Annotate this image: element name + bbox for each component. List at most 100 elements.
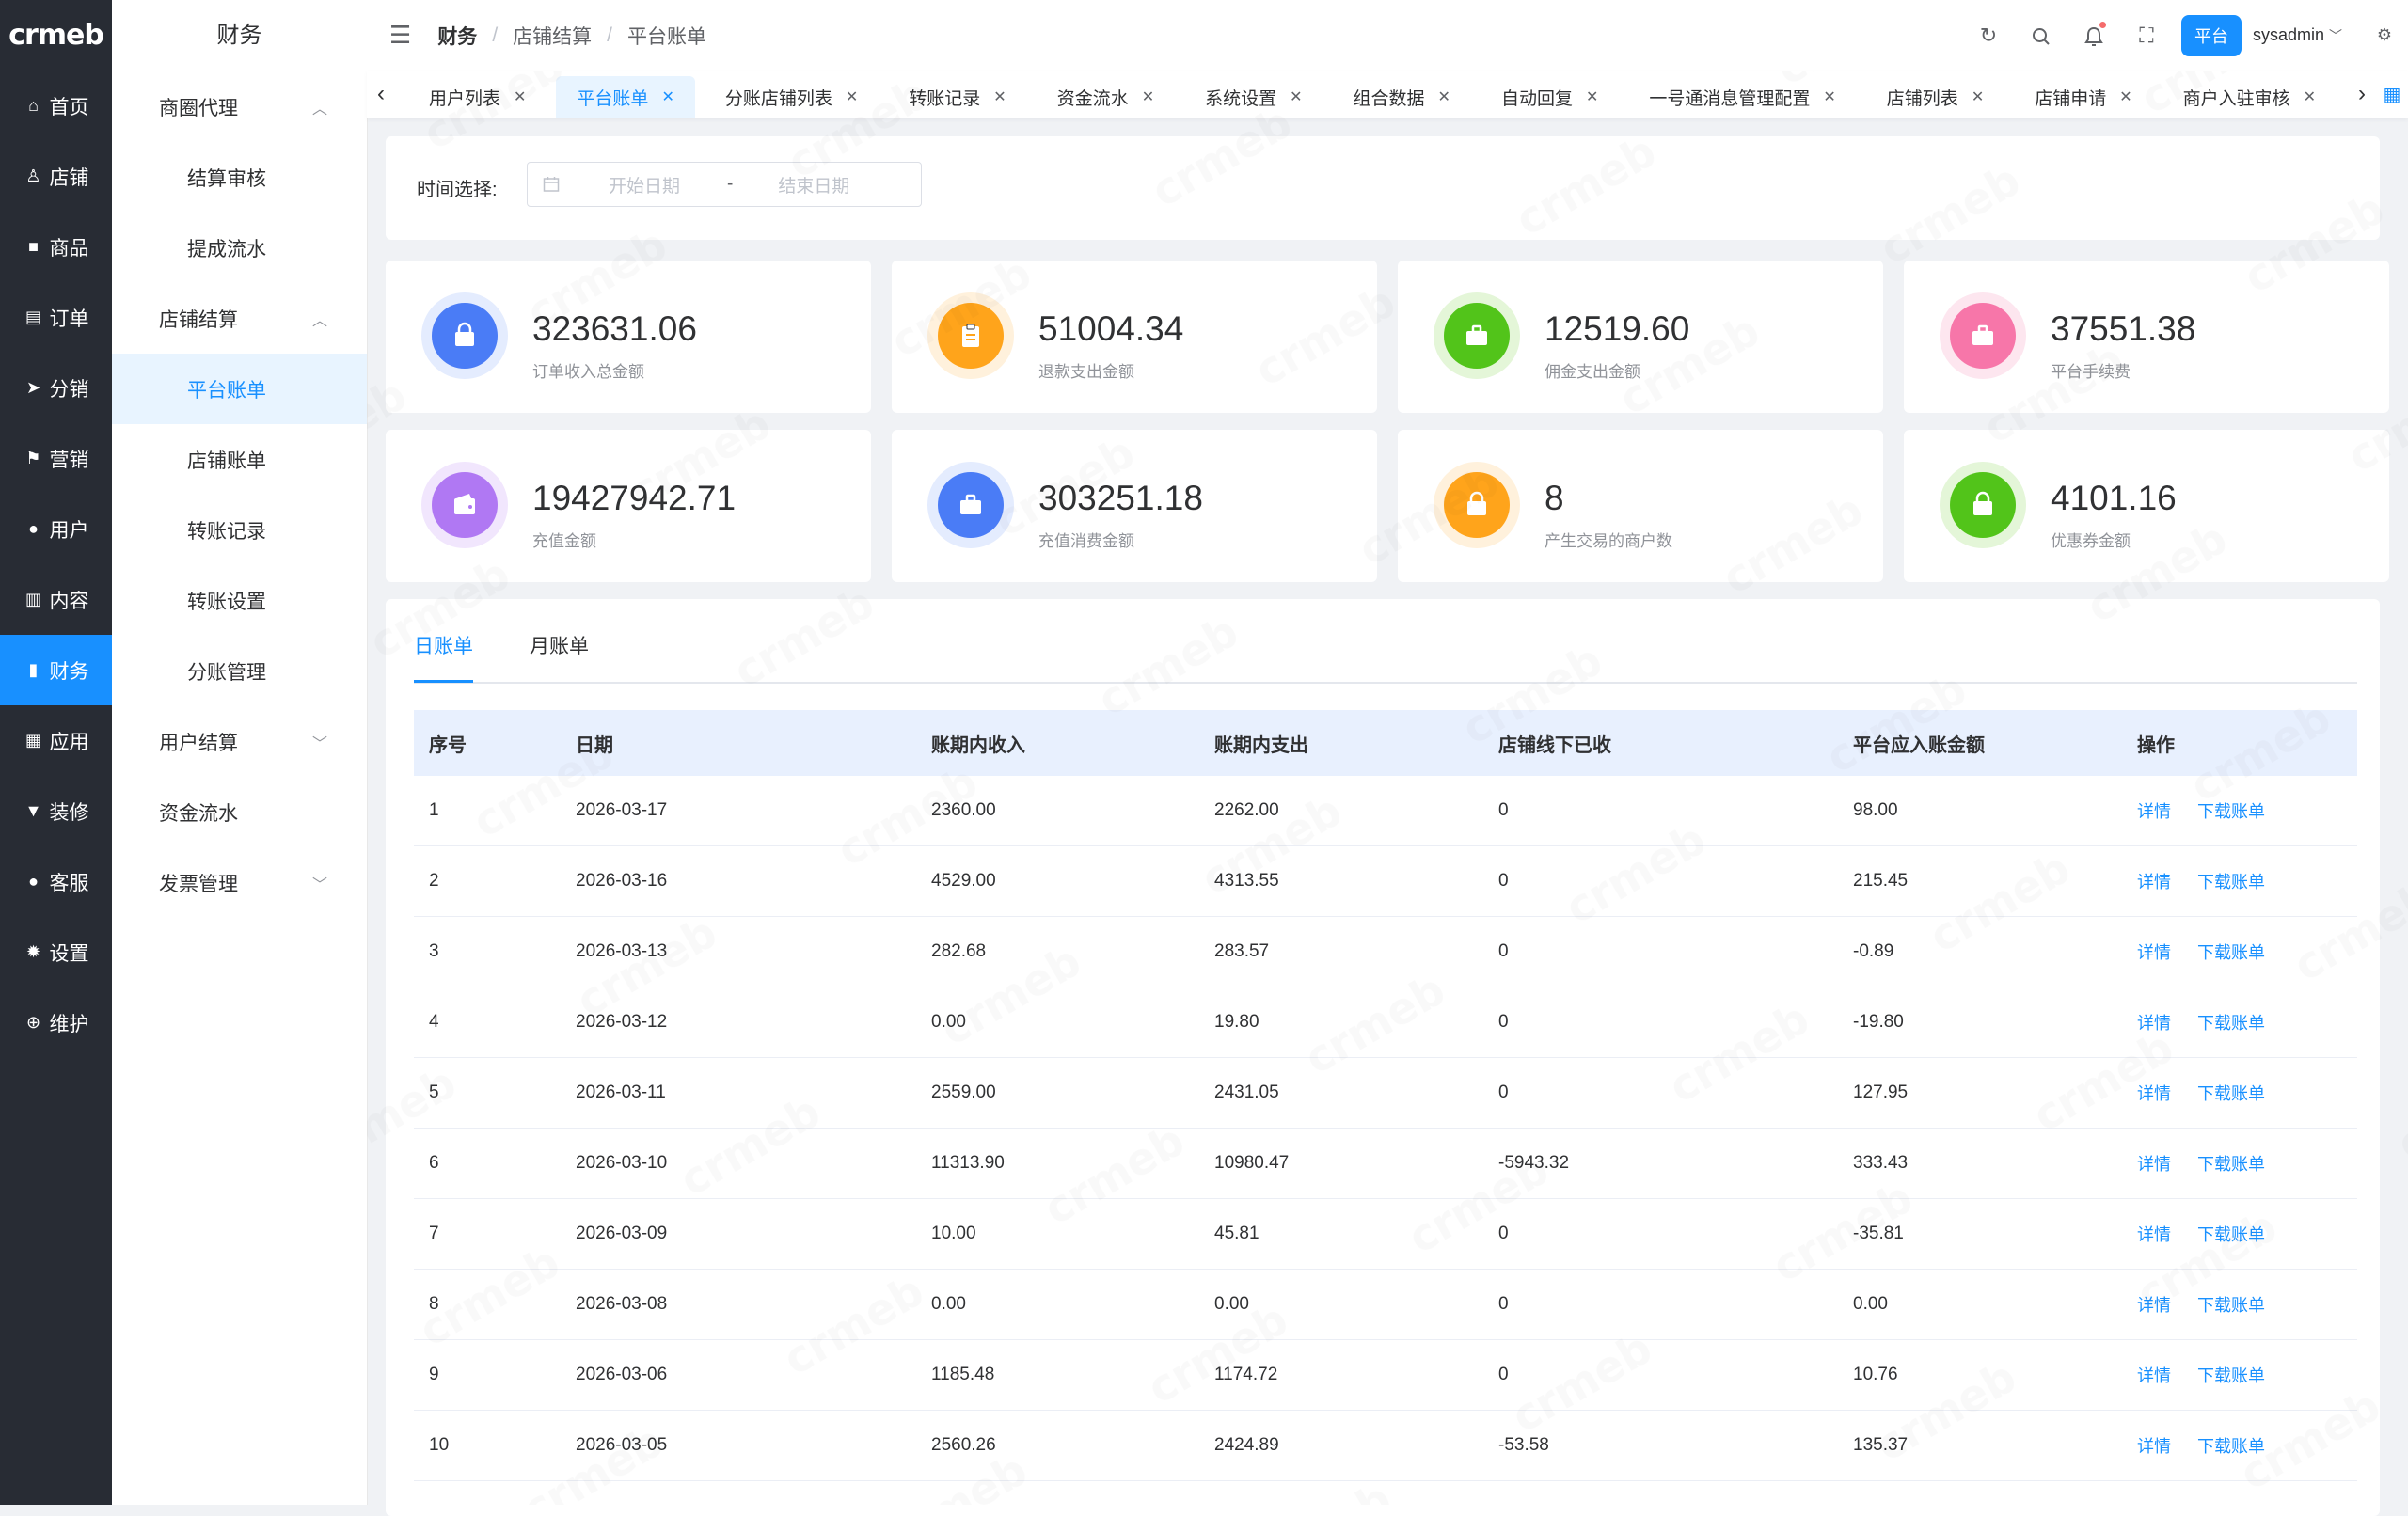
- rail-item-9[interactable]: ▦ 应用: [0, 705, 112, 776]
- table-cell: 4313.55: [1199, 845, 1483, 917]
- grid-menu-icon[interactable]: ▦: [2376, 71, 2408, 118]
- download-bill-link[interactable]: 下载账单: [2197, 873, 2265, 892]
- rail-item-11[interactable]: ● 客服: [0, 846, 112, 917]
- detail-link[interactable]: 详情: [2137, 1155, 2171, 1174]
- chevron-left-icon[interactable]: ‹: [367, 71, 395, 118]
- page-tab[interactable]: 系统设置 ✕: [1184, 76, 1323, 118]
- subnav-item-label: 商圈代理: [159, 97, 238, 119]
- page-tab[interactable]: 商户入驻审核 ✕: [2162, 76, 2337, 118]
- chevron-down-icon: ﹀: [2329, 28, 2342, 43]
- rail-item-3[interactable]: ▤ 订单: [0, 282, 112, 353]
- detail-link[interactable]: 详情: [2137, 1366, 2171, 1385]
- close-icon[interactable]: ✕: [1972, 87, 1984, 106]
- rail-item-10[interactable]: ▼ 装修: [0, 776, 112, 846]
- subnav-item-6[interactable]: 转账记录: [112, 495, 367, 565]
- user-menu[interactable]: sysadmin ﹀: [2253, 25, 2342, 45]
- breadcrumb-item[interactable]: 店铺结算: [513, 22, 592, 50]
- detail-link[interactable]: 详情: [2137, 873, 2171, 892]
- menu-collapse-icon[interactable]: ☰: [389, 21, 411, 50]
- gear-icon: ✹: [25, 942, 41, 961]
- tabs-bar: 用户列表 ✕ 平台账单 ✕ 分账店铺列表 ✕ 转账记录 ✕ 资金流水 ✕ 系统设置 ✕ 组合数据 ✕ 自动回…: [367, 71, 2408, 118]
- table-cell: 282.68: [916, 916, 1199, 987]
- download-bill-link[interactable]: 下载账单: [2197, 1084, 2265, 1103]
- rail-item-4[interactable]: ➤ 分销: [0, 353, 112, 423]
- page-tab[interactable]: 组合数据 ✕: [1333, 76, 1471, 118]
- bell-icon[interactable]: [2083, 21, 2106, 48]
- actions-cell: 详情 下载账单: [2122, 1410, 2357, 1481]
- close-icon[interactable]: ✕: [2304, 87, 2316, 106]
- close-icon[interactable]: ✕: [661, 87, 673, 106]
- start-date-input[interactable]: 开始日期: [609, 172, 680, 197]
- rail-item-6[interactable]: ● 用户: [0, 494, 112, 564]
- platform-button[interactable]: 平台: [2180, 14, 2242, 56]
- detail-link[interactable]: 详情: [2137, 1437, 2171, 1456]
- rail-item-1[interactable]: ♙ 店铺: [0, 141, 112, 212]
- rail-item-7[interactable]: ▥ 内容: [0, 564, 112, 635]
- page-tab[interactable]: 转账记录 ✕: [888, 76, 1026, 118]
- subnav-item-3[interactable]: 店铺结算 ︿: [112, 283, 367, 354]
- subnav-item-9[interactable]: 用户结算 ﹀: [112, 706, 367, 777]
- download-bill-link[interactable]: 下载账单: [2197, 1155, 2265, 1174]
- rail-item-12[interactable]: ✹ 设置: [0, 917, 112, 987]
- stat-card: 323631.06 订单收入总金额: [386, 261, 871, 413]
- close-icon[interactable]: ✕: [1438, 87, 1450, 106]
- close-icon[interactable]: ✕: [846, 87, 858, 106]
- subnav-item-5[interactable]: 店铺账单: [112, 424, 367, 495]
- close-icon[interactable]: ✕: [1823, 87, 1835, 106]
- close-icon[interactable]: ✕: [993, 87, 1006, 106]
- page-tab[interactable]: 分账店铺列表 ✕: [705, 76, 879, 118]
- rail-item-5[interactable]: ⚑ 营销: [0, 423, 112, 494]
- page-tab[interactable]: 自动回复 ✕: [1481, 76, 1619, 118]
- subnav-item-8[interactable]: 分账管理: [112, 636, 367, 706]
- download-bill-link[interactable]: 下载账单: [2197, 1225, 2265, 1244]
- end-date-input[interactable]: 结束日期: [778, 172, 849, 197]
- subnav-item-1[interactable]: 结算审核: [112, 142, 367, 213]
- close-icon[interactable]: ✕: [1142, 87, 1154, 106]
- close-icon[interactable]: ✕: [1586, 87, 1598, 106]
- tab-monthly-bill[interactable]: 月账单: [530, 631, 589, 680]
- page-tab[interactable]: 店铺申请 ✕: [2014, 76, 2152, 118]
- page-tab[interactable]: 资金流水 ✕: [1037, 76, 1175, 118]
- gear-icon[interactable]: ⚙: [2374, 25, 2395, 45]
- date-range-picker[interactable]: 开始日期 - 结束日期: [527, 162, 922, 207]
- breadcrumb: 财务 / 店铺结算 / 平台账单: [437, 22, 706, 50]
- table-cell: 2026-03-13: [561, 916, 916, 987]
- subnav-item-7[interactable]: 转账设置: [112, 565, 367, 636]
- subnav-item-11[interactable]: 发票管理 ﹀: [112, 847, 367, 918]
- breadcrumb-item[interactable]: 财务: [437, 22, 477, 50]
- tab-daily-bill[interactable]: 日账单: [414, 631, 473, 683]
- close-icon[interactable]: ✕: [2119, 87, 2131, 106]
- close-icon[interactable]: ✕: [514, 87, 526, 106]
- download-bill-link[interactable]: 下载账单: [2197, 1014, 2265, 1033]
- rail-item-8[interactable]: ▮ 财务: [0, 635, 112, 705]
- subnav-item-4[interactable]: 平台账单: [112, 354, 367, 424]
- download-bill-link[interactable]: 下载账单: [2197, 943, 2265, 962]
- detail-link[interactable]: 详情: [2137, 943, 2171, 962]
- search-icon[interactable]: [2031, 24, 2052, 48]
- download-bill-link[interactable]: 下载账单: [2197, 1366, 2265, 1385]
- detail-link[interactable]: 详情: [2137, 1084, 2171, 1103]
- close-icon[interactable]: ✕: [1290, 87, 1302, 106]
- download-bill-link[interactable]: 下载账单: [2197, 1296, 2265, 1315]
- detail-link[interactable]: 详情: [2137, 1014, 2171, 1033]
- subnav-item-2[interactable]: 提成流水: [112, 213, 367, 283]
- refresh-icon[interactable]: ↻: [1978, 24, 1999, 48]
- support-icon: ●: [28, 872, 39, 891]
- rail-item-13[interactable]: ⊕ 维护: [0, 987, 112, 1058]
- subnav-item-label: 转账设置: [187, 591, 266, 613]
- rail-item-2[interactable]: ■ 商品: [0, 212, 112, 282]
- page-tab[interactable]: 平台账单 ✕: [556, 76, 695, 118]
- subnav-item-0[interactable]: 商圈代理 ︿: [112, 71, 367, 142]
- fullscreen-icon[interactable]: ⛶: [2136, 24, 2157, 48]
- subnav-item-10[interactable]: 资金流水: [112, 777, 367, 847]
- page-tab[interactable]: 一号通消息管理配置 ✕: [1628, 76, 1856, 118]
- download-bill-link[interactable]: 下载账单: [2197, 802, 2265, 821]
- detail-link[interactable]: 详情: [2137, 1296, 2171, 1315]
- rail-item-0[interactable]: ⌂ 首页: [0, 71, 112, 141]
- download-bill-link[interactable]: 下载账单: [2197, 1437, 2265, 1456]
- detail-link[interactable]: 详情: [2137, 802, 2171, 821]
- detail-link[interactable]: 详情: [2137, 1225, 2171, 1244]
- chevron-right-icon[interactable]: ›: [2348, 71, 2376, 118]
- page-tab[interactable]: 店铺列表 ✕: [1866, 76, 2004, 118]
- page-tab[interactable]: 用户列表 ✕: [408, 76, 547, 118]
